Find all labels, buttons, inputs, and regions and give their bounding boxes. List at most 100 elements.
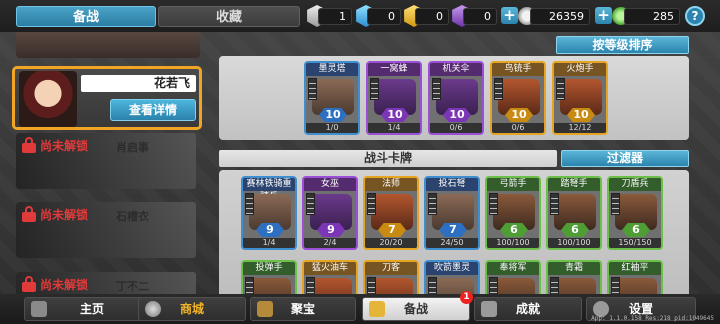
shop-icon: [145, 301, 161, 317]
battle-card[interactable]: 踏弩手 6 100/100: [546, 176, 602, 250]
sort-by-level-button[interactable]: 按等级排序: [556, 36, 689, 54]
version-text: App: 1.1.0.158 Res:218 pid:1049645: [591, 315, 714, 322]
battle-card[interactable]: 刀盾兵 6 150/150: [607, 176, 663, 250]
card-count: 20/20: [365, 238, 417, 248]
card-count: 2/4: [304, 238, 356, 248]
tab-prepare[interactable]: 备战: [16, 6, 156, 27]
card-count: 0/6: [492, 123, 544, 133]
battle-card[interactable]: 投石弩 7 24/50: [424, 176, 480, 250]
card-cost-icon: [494, 78, 503, 100]
card-cost-icon: [306, 193, 315, 215]
card-name: 墨灵塔: [306, 63, 358, 76]
locked-hero-card[interactable]: 尚未解锁 丁不二: [16, 272, 196, 294]
battle-card[interactable]: 一窝蜂 10 1/4: [366, 61, 422, 135]
card-cost-icon: [556, 78, 565, 100]
card-name: 吹箭墨灵: [426, 262, 478, 275]
card-level: 10: [567, 108, 595, 122]
card-name: 刀客: [365, 262, 417, 275]
nav-treasure-label: 聚宝: [290, 302, 315, 316]
card-level: 10: [443, 108, 471, 122]
battle-card[interactable]: 机关伞 10 0/6: [428, 61, 484, 135]
hero-list[interactable]: 花若飞 查看详情 尚未解锁 肖启事 尚未解锁 石槽衣 尚未解锁 丁不二: [0, 32, 212, 294]
nav-achievements[interactable]: 成就: [474, 297, 582, 321]
gold-gem-count: 0: [415, 8, 449, 25]
card-name: 红袖平: [609, 262, 661, 275]
card-cost-icon: [245, 193, 254, 215]
card-cost-icon: [308, 78, 317, 100]
locked-hero-name: 丁不二: [116, 280, 149, 293]
jade-coin-count: 285: [624, 8, 680, 25]
card-count: 100/100: [487, 238, 539, 248]
card-name: 刀盾兵: [609, 178, 661, 191]
nav-home-label: 主页: [79, 302, 104, 316]
battle-card[interactable]: 赛林铁骑重骑兵 91/4: [241, 176, 297, 250]
battle-card[interactable]: 墨灵塔 10 1/0: [304, 61, 360, 135]
nav-treasure[interactable]: 聚宝: [250, 297, 356, 321]
battle-card[interactable]: 鸟铳手 10 0/6: [490, 61, 546, 135]
locked-hero-card[interactable]: 尚未解锁 肖启事: [16, 133, 196, 189]
lock-icon: [22, 276, 36, 292]
add-gold-button[interactable]: +: [501, 7, 518, 24]
purple-gem-count: 0: [463, 8, 497, 25]
filter-button[interactable]: 过滤器: [561, 150, 689, 167]
card-name: 火炮手: [554, 63, 606, 76]
card-name: 投弹手: [243, 262, 295, 275]
card-level: 7: [378, 223, 406, 237]
battle-cards-panel: 赛林铁骑重骑兵91/4女巫92/4法师720/20投石弩724/50弓箭手610…: [219, 170, 689, 300]
battle-card[interactable]: 弓箭手 6 100/100: [485, 176, 541, 250]
battle-card[interactable]: 火炮手 10 12/12: [552, 61, 608, 135]
view-details-button[interactable]: 查看详情: [110, 99, 196, 121]
nav-achievements-label: 成就: [515, 302, 540, 316]
card-count: 1/4: [368, 123, 420, 133]
cards-icon: [369, 301, 385, 317]
card-count: 0/6: [430, 123, 482, 133]
card-level: 6: [500, 223, 528, 237]
nav-prepare-label: 备战: [403, 302, 428, 316]
card-count: 12/12: [554, 123, 606, 133]
card-level: 9: [256, 223, 284, 237]
treasure-icon: [257, 301, 273, 317]
card-name: 一窝蜂: [368, 63, 420, 76]
nav-prepare[interactable]: 备战: [362, 297, 470, 321]
tab-collection[interactable]: 收藏: [158, 6, 300, 27]
blue-gem-count: 0: [367, 8, 401, 25]
card-count: 24/50: [426, 238, 478, 248]
hero-card-selected[interactable]: 花若飞 查看详情: [12, 66, 202, 130]
card-cost-icon: [611, 193, 620, 215]
card-level: 10: [381, 108, 409, 122]
notification-badge: 1: [460, 291, 473, 304]
hero-portrait: [19, 71, 77, 127]
card-name: 投石弩: [426, 178, 478, 191]
card-name: 女巫: [304, 178, 356, 191]
card-count: 1/0: [306, 123, 358, 133]
card-cost-icon: [367, 193, 376, 215]
locked-hero-card[interactable]: 尚未解锁 石槽衣: [16, 202, 196, 258]
card-count: 1/4: [243, 238, 295, 248]
battle-card[interactable]: 女巫 9 2/4: [302, 176, 358, 250]
nav-shop-label: 商城: [179, 302, 204, 316]
battle-card[interactable]: 法师 7 20/20: [363, 176, 419, 250]
card-name: 法师: [365, 178, 417, 191]
card-level: 10: [505, 108, 533, 122]
add-jade-button[interactable]: +: [595, 7, 612, 24]
help-button[interactable]: ?: [685, 6, 705, 26]
silver-gem-count: 1: [318, 8, 352, 25]
card-level: 9: [317, 223, 345, 237]
achievements-icon: [481, 301, 497, 317]
locked-hero-name: 石槽衣: [116, 210, 149, 223]
card-count: 150/150: [609, 238, 661, 248]
card-level: 6: [622, 223, 650, 237]
locked-hero-name: 肖启事: [116, 141, 149, 154]
battle-cards-title: 战斗卡牌: [219, 150, 557, 167]
home-icon: [31, 301, 47, 317]
deck-panel: 墨灵塔 10 1/0 一窝蜂 10 1/4 机关伞 10 0/6 鸟铳手 10 0/6 火炮手 10 12/…: [219, 56, 689, 140]
card-level: 7: [439, 223, 467, 237]
card-name: 青霜: [548, 262, 600, 275]
card-cost-icon: [432, 78, 441, 100]
hero-card-partial[interactable]: [16, 32, 200, 58]
nav-shop[interactable]: 商城: [138, 297, 246, 321]
locked-label: 尚未解锁: [40, 208, 89, 222]
locked-label: 尚未解锁: [40, 278, 89, 292]
card-level: 6: [561, 223, 589, 237]
card-name: 踏弩手: [548, 178, 600, 191]
